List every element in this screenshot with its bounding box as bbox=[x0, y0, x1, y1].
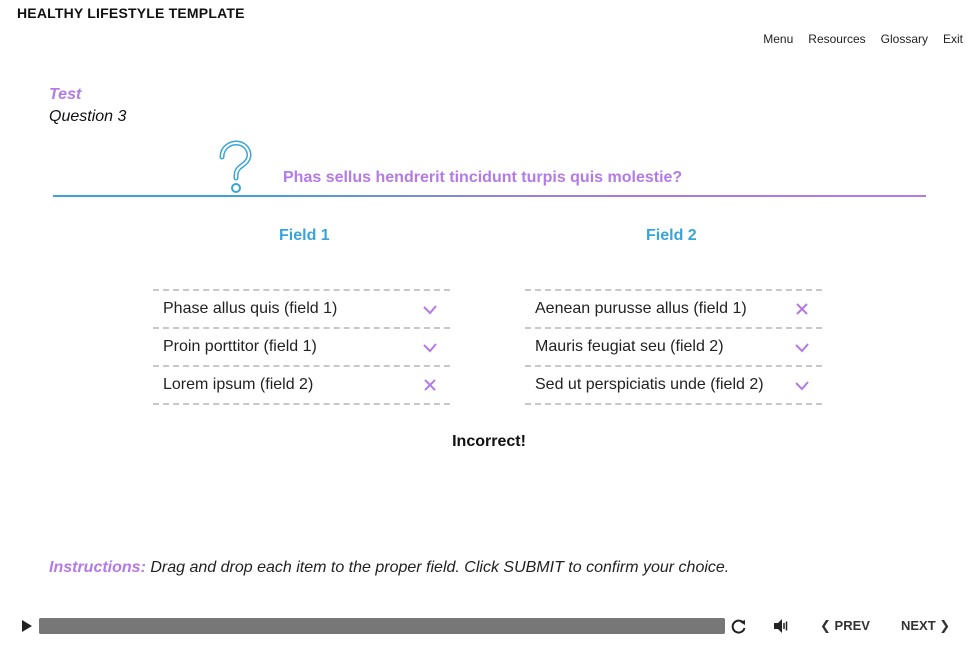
check-icon bbox=[423, 305, 437, 315]
drag-item[interactable]: Lorem ipsum (field 2) bbox=[153, 365, 450, 405]
instructions: Instructions: Drag and drop each item to… bbox=[49, 559, 729, 577]
feedback-message: Incorrect! bbox=[452, 433, 526, 450]
drag-item-label: Phase allus quis (field 1) bbox=[163, 300, 338, 317]
volume-icon[interactable] bbox=[772, 617, 790, 635]
nav-exit[interactable]: Exit bbox=[943, 32, 963, 46]
progress-bar[interactable] bbox=[39, 618, 725, 634]
drag-item-label: Sed ut perspiciatis unde (field 2) bbox=[535, 376, 764, 393]
nav-resources[interactable]: Resources bbox=[808, 32, 865, 46]
prev-label: PREV bbox=[834, 618, 870, 633]
field-1-header: Field 1 bbox=[279, 227, 330, 244]
next-label: NEXT bbox=[901, 618, 936, 633]
app-title: HEALTHY LIFESTYLE TEMPLATE bbox=[17, 5, 245, 21]
drag-item-label: Mauris feugiat seu (field 2) bbox=[535, 338, 724, 355]
check-icon bbox=[423, 343, 437, 353]
drag-item-label: Aenean purusse allus (field 1) bbox=[535, 300, 747, 317]
section-label: Test bbox=[49, 86, 82, 103]
question-divider bbox=[53, 195, 926, 197]
field-1-list: Phase allus quis (field 1) Proin porttit… bbox=[153, 289, 450, 405]
drag-item[interactable]: Phase allus quis (field 1) bbox=[153, 289, 450, 327]
drag-item[interactable]: Sed ut perspiciatis unde (field 2) bbox=[525, 365, 822, 405]
drag-item-label: Proin porttitor (field 1) bbox=[163, 338, 317, 355]
drag-item[interactable]: Proin porttitor (field 1) bbox=[153, 327, 450, 365]
progress-fill bbox=[39, 618, 725, 634]
replay-icon[interactable] bbox=[730, 617, 748, 635]
drag-item-label: Lorem ipsum (field 2) bbox=[163, 376, 314, 393]
cross-icon bbox=[424, 379, 436, 391]
cross-icon bbox=[796, 303, 808, 315]
field-2-header: Field 2 bbox=[646, 227, 697, 244]
nav-menu[interactable]: Menu bbox=[763, 32, 793, 46]
next-button[interactable]: NEXT ❯ bbox=[901, 618, 950, 634]
drag-item[interactable]: Mauris feugiat seu (field 2) bbox=[525, 327, 822, 365]
question-mark-icon bbox=[219, 140, 252, 193]
media-player: ❮ PREV NEXT ❯ bbox=[0, 612, 978, 642]
drag-item[interactable]: Aenean purusse allus (field 1) bbox=[525, 289, 822, 327]
instructions-label: Instructions: bbox=[49, 559, 146, 576]
check-icon bbox=[795, 343, 809, 353]
chevron-left-icon: ❮ bbox=[820, 618, 831, 633]
prev-button[interactable]: ❮ PREV bbox=[820, 618, 870, 634]
field-2-list: Aenean purusse allus (field 1) Mauris fe… bbox=[525, 289, 822, 405]
play-icon[interactable] bbox=[20, 618, 34, 634]
check-icon bbox=[795, 381, 809, 391]
nav-glossary[interactable]: Glossary bbox=[881, 32, 928, 46]
top-nav: Menu Resources Glossary Exit bbox=[763, 32, 963, 46]
chevron-right-icon: ❯ bbox=[939, 618, 951, 633]
instructions-text: Drag and drop each item to the proper fi… bbox=[145, 559, 730, 576]
question-number: Question 3 bbox=[49, 108, 127, 125]
question-text: Phas sellus hendrerit tincidunt turpis q… bbox=[283, 169, 683, 186]
